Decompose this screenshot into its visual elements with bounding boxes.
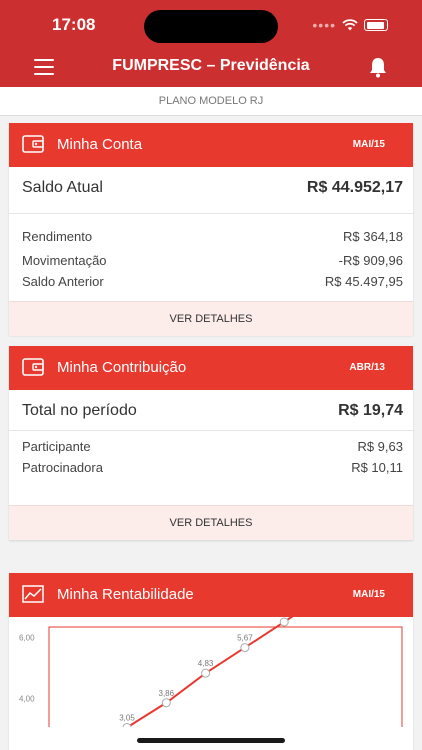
data-point (279, 617, 289, 627)
profitability-chart: 8,006,004,003,053,864,835,676,517,388,07… (9, 617, 413, 727)
row-label: Patrocinadora (22, 460, 103, 475)
profitability-card: Minha Rentabilidade MAI/15 8,006,004,003… (9, 573, 413, 750)
line-chart-icon (22, 585, 44, 603)
data-label: 4,83 (198, 659, 214, 668)
contribution-card-title: Minha Contribuição (57, 359, 187, 376)
account-details-button[interactable]: VER DETALHES (9, 301, 413, 336)
app-header: 17:08 •••• FUMPRESC – Previdência (0, 0, 422, 87)
list-item: Saldo Anterior R$ 45.497,95 (22, 274, 403, 289)
wallet-icon (22, 358, 44, 376)
list-item: Patrocinadora R$ 10,11 (22, 460, 403, 475)
camera-notch (144, 10, 278, 43)
wallet-icon (22, 135, 44, 153)
status-icons: •••• (312, 17, 388, 33)
home-indicator[interactable] (137, 738, 285, 743)
data-label: 3,86 (159, 689, 175, 698)
status-time: 17:08 (52, 15, 96, 34)
total-row: Total no período R$ 19,74 (22, 402, 403, 420)
contribution-details-button[interactable]: VER DETALHES (9, 505, 413, 540)
wifi-icon (342, 19, 358, 31)
total-value: R$ 19,74 (338, 402, 403, 419)
data-point (201, 668, 211, 678)
account-card-date: MAI/15 (352, 139, 385, 150)
row-label: Rendimento (22, 229, 93, 244)
y-tick-label: 4,00 (19, 695, 35, 704)
plot-frame (48, 626, 403, 727)
row-value: R$ 364,18 (343, 229, 403, 244)
list-item: Movimentação -R$ 909,96 (22, 253, 403, 268)
contribution-card-header: Minha Contribuição ABR/13 (9, 346, 413, 390)
divider (9, 213, 413, 214)
chart-svg: 8,006,004,003,053,864,835,676,517,388,07… (19, 617, 403, 727)
row-label: Participante (22, 439, 91, 454)
divider (9, 430, 413, 431)
total-label: Total no período (22, 402, 137, 419)
account-card-title: Minha Conta (57, 136, 143, 153)
row-value: R$ 45.497,95 (324, 274, 403, 289)
profitability-card-header: Minha Rentabilidade MAI/15 (9, 573, 413, 617)
battery-icon (364, 19, 388, 31)
page-title: FUMPRESC – Previdência (112, 57, 310, 74)
data-point (161, 698, 171, 708)
profitability-card-date: MAI/15 (352, 589, 385, 600)
bell-icon[interactable] (368, 56, 388, 78)
balance-label: Saldo Atual (22, 179, 103, 196)
balance-row: Saldo Atual R$ 44.952,17 (22, 179, 403, 197)
row-label: Movimentação (22, 253, 107, 268)
data-point (122, 722, 132, 727)
list-item: Rendimento R$ 364,18 (22, 229, 403, 244)
row-value: R$ 10,11 (351, 460, 403, 475)
data-label: 3,05 (119, 713, 135, 722)
account-card: Minha Conta MAI/15 Saldo Atual R$ 44.952… (9, 123, 413, 336)
y-tick-label: 6,00 (19, 634, 35, 643)
row-value: R$ 9,63 (357, 439, 403, 454)
contribution-card: Minha Contribuição ABR/13 Total no perío… (9, 346, 413, 540)
data-label: 5,67 (237, 634, 253, 643)
list-item: Participante R$ 9,63 (22, 439, 403, 454)
data-point (240, 643, 250, 653)
signal-icon: •••• (312, 17, 336, 33)
row-value: -R$ 909,96 (338, 253, 403, 268)
plan-name: PLANO MODELO RJ (0, 87, 422, 116)
account-card-header: Minha Conta MAI/15 (9, 123, 413, 167)
row-label: Saldo Anterior (22, 274, 104, 289)
balance-value: R$ 44.952,17 (306, 179, 403, 196)
profitability-card-title: Minha Rentabilidade (57, 586, 194, 603)
contribution-card-date: ABR/13 (349, 362, 385, 373)
